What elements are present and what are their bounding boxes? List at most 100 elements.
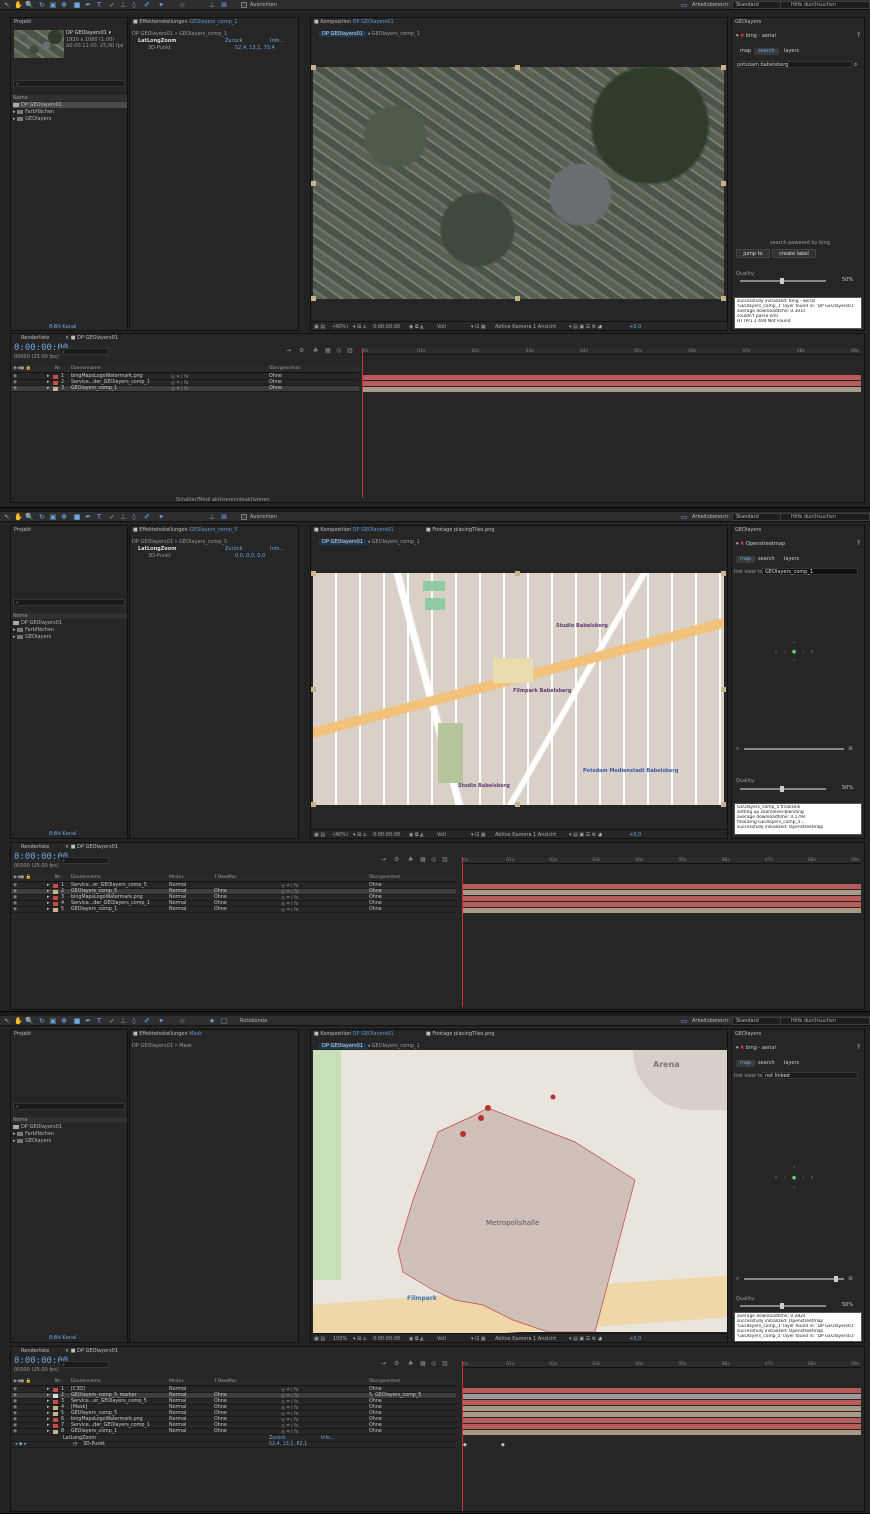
effect-controls-tab[interactable]: ■ Effekteinstellungen Mask [133, 1031, 202, 1037]
layer-handle[interactable] [721, 687, 726, 692]
layer-name-column-header[interactable]: Ebenenname [71, 1379, 101, 1384]
trkmat-dropdown[interactable]: Ohne [214, 901, 227, 906]
trkmat-dropdown[interactable]: Ohne [214, 895, 227, 900]
trkmat-dropdown[interactable]: Ohne [214, 1417, 227, 1422]
timeline-search-input[interactable]: ⌕ [59, 348, 109, 355]
resolution-dropdown[interactable]: Voll [437, 832, 446, 838]
layer-name[interactable]: [C3D] [71, 1387, 85, 1392]
views-dropdown[interactable]: 1 Ansicht [533, 832, 556, 838]
project-search-input[interactable]: ⌕ [13, 599, 125, 606]
current-time-indicator[interactable] [462, 1361, 463, 1511]
layer-name[interactable]: Service...der_GEOlayers_comp_1 [71, 901, 150, 906]
layer-duration-bar[interactable] [462, 890, 861, 895]
layer-handle[interactable] [515, 65, 520, 70]
eye-icon[interactable]: ◉ [13, 1405, 17, 1410]
camera-tool-icon[interactable]: ▣ [49, 1017, 57, 1025]
eye-icon[interactable]: ◉ [13, 1399, 17, 1404]
time-ruler[interactable]: 0s 01s 02s 03s 04s 05s 06s 07s 08s 09s [461, 857, 861, 864]
roi-icon[interactable]: ▾ ⊡ ▦ [471, 832, 486, 838]
label-color[interactable] [53, 381, 58, 385]
stamp-tool-icon[interactable]: ⊥ [119, 1017, 127, 1025]
layer-handle[interactable] [311, 65, 316, 70]
render-queue-tab[interactable]: Renderliste [21, 335, 49, 341]
bezier-handle[interactable] [550, 1094, 556, 1100]
eraser-tool-icon[interactable]: ◊ [130, 513, 138, 521]
pan-behind-tool-icon[interactable]: ✥ [60, 1, 68, 9]
zoom-slider[interactable] [744, 748, 844, 750]
center-icon[interactable]: ● [790, 1175, 798, 1181]
label-color[interactable] [53, 902, 58, 906]
mode-dropdown[interactable]: Normal [169, 1405, 186, 1410]
layer-handle[interactable] [311, 802, 316, 807]
shy-icon[interactable]: ♣ [408, 856, 413, 863]
trkmat-dropdown[interactable]: Ohne [214, 907, 227, 912]
composition-tab[interactable]: ■ Komposition DP GEOlayers01 [314, 1031, 394, 1037]
twirl-icon[interactable]: ▸ [47, 1405, 49, 1410]
trkmat-dropdown[interactable]: Ohne [214, 1411, 227, 1416]
layer-duration-bar[interactable] [462, 908, 861, 913]
project-tab[interactable]: Projekt [14, 527, 31, 533]
pan-behind-tool-icon[interactable]: ✥ [60, 513, 68, 521]
stamp-tool-icon[interactable]: ⊥ [119, 1, 127, 9]
camera-dropdown[interactable]: Aktive Kamera [495, 324, 532, 330]
provider-select[interactable]: ▾ ✖ Openstreetmap [736, 541, 785, 547]
table-row[interactable]: ◉ ▸ 5 GEOlayers_comp_1 Normal Ohne ◎ ⌗ ∕ fx Ohn… [11, 907, 456, 913]
camera-tool-icon[interactable]: ▣ [49, 513, 57, 521]
eye-icon[interactable]: ◉ [13, 889, 17, 894]
viewer-options-icon[interactable]: ▣ ▤ [314, 324, 325, 330]
zoom-tool-icon[interactable]: 🔍 [25, 513, 34, 521]
resolution-dropdown[interactable]: Voll [437, 1336, 446, 1342]
layer-duration-bar[interactable] [462, 1424, 861, 1429]
project-search-input[interactable]: ⌕ [13, 80, 125, 87]
close-icon[interactable]: ✖ [740, 541, 744, 547]
comp-flowchart-icon[interactable]: ⇥ [286, 347, 291, 354]
eye-icon[interactable]: ◉ [13, 895, 17, 900]
pan-left-icon[interactable]: ‹ [781, 649, 789, 655]
parent-dropdown[interactable]: Ohne [369, 1399, 382, 1404]
star-tool-icon[interactable]: ★ [208, 1017, 216, 1025]
label-color[interactable] [53, 890, 58, 894]
mode-dropdown[interactable]: Normal [169, 1399, 186, 1404]
render-queue-tab[interactable]: Renderliste [21, 844, 49, 850]
tab-map[interactable]: map [736, 1060, 756, 1067]
label-color[interactable] [53, 1406, 58, 1410]
label-color[interactable] [53, 1400, 58, 1404]
axis-world-icon[interactable]: ⊹ [178, 1, 186, 9]
selection-tool-icon[interactable]: ↖ [3, 1017, 11, 1025]
geolayers-tab[interactable]: GEOlayers [735, 527, 761, 533]
parent-dropdown[interactable]: Ohne [269, 380, 282, 385]
name-column-header[interactable]: Name [13, 1117, 127, 1123]
info-link[interactable]: Info... [270, 38, 284, 44]
info-link[interactable]: Info... [321, 1436, 335, 1441]
list-item[interactable]: ▸ GEOlayers [13, 116, 127, 122]
project-tab[interactable]: Projekt [14, 1031, 31, 1037]
eye-icon[interactable]: ◉ [13, 1429, 17, 1434]
hand-tool-icon[interactable]: ✋ [14, 513, 23, 521]
tab-search[interactable]: search [754, 48, 779, 55]
mode-dropdown[interactable]: Normal [169, 907, 186, 912]
close-icon[interactable]: ✖ [740, 1045, 744, 1051]
location-search-input[interactable]: potsdam babelsberg [734, 61, 852, 68]
param-value[interactable]: 0,0, 0,0, 0,0 [235, 553, 265, 559]
help-icon[interactable]: ? [857, 1044, 860, 1051]
trkmat-dropdown[interactable]: Ohne [214, 1429, 227, 1434]
mask-tool-icon[interactable]: ■ [73, 513, 81, 521]
twirl-icon[interactable]: ▸ [47, 1387, 49, 1392]
list-item[interactable]: ▸ Farbflächen [13, 1131, 127, 1137]
list-item[interactable]: ▸ GEOlayers [13, 1138, 127, 1144]
layer-handle[interactable] [721, 571, 726, 576]
reset-link[interactable]: Zurück [225, 38, 242, 44]
twirl-icon[interactable]: ▸ [47, 374, 49, 379]
layer-handle[interactable] [311, 296, 316, 301]
quality-slider[interactable] [740, 786, 826, 792]
twirl-icon[interactable]: ▸ [47, 895, 49, 900]
label-color[interactable] [53, 1418, 58, 1422]
twirl-icon[interactable]: ▸ [47, 901, 49, 906]
parent-dropdown[interactable]: Ohne [269, 386, 282, 391]
eraser-tool-icon[interactable]: ◊ [130, 1, 138, 9]
viewer-options-icon[interactable]: ▣ ▤ [314, 1336, 325, 1342]
pan-left-far-icon[interactable]: « [772, 1175, 780, 1181]
selection-tool-icon[interactable]: ↖ [3, 513, 11, 521]
help-search-input[interactable]: Hilfe durchsuchen [780, 1, 870, 9]
eye-icon[interactable]: ◉ [13, 1411, 17, 1416]
